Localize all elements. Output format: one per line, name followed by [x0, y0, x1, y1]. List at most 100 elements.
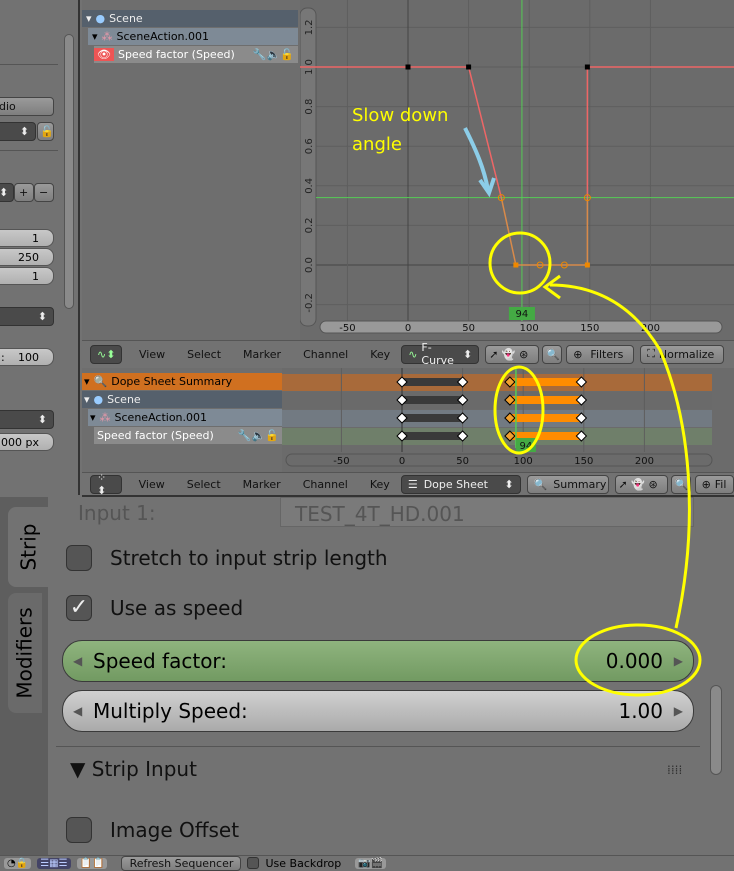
- refresh-sequencer-button[interactable]: Refresh Sequencer: [121, 855, 242, 871]
- use-as-speed-checkbox[interactable]: ✓ Use as speed: [66, 595, 243, 621]
- copy-paste-icons[interactable]: 📋📋: [76, 857, 108, 869]
- scrollbar[interactable]: [710, 685, 722, 775]
- channel-speed-factor[interactable]: Speed factor (Speed) 🔧🔈🔓: [94, 427, 282, 444]
- input-field[interactable]: TEST_4T_HD.001: [280, 497, 694, 527]
- x-tick-label: 0: [399, 456, 405, 467]
- input-label: Input 1:: [78, 501, 156, 525]
- menu-channel[interactable]: Channel: [292, 478, 359, 491]
- scene-icon: ●: [95, 12, 106, 25]
- filters-button[interactable]: ⊕ Filters: [566, 344, 635, 364]
- hold-bar-selected: [509, 414, 582, 422]
- channel-row: [282, 392, 712, 409]
- menu-select[interactable]: Select: [176, 348, 232, 361]
- dope-sheet-header: ⁘⬍ View Select Marker Channel Key ☰ Dope …: [82, 471, 734, 497]
- mode-dropdown[interactable]: ∿ F-Curve ⬍: [401, 341, 480, 367]
- x-tick-label: 200: [641, 323, 660, 334]
- visibility-icon[interactable]: 👁: [94, 48, 114, 61]
- tab-modifiers[interactable]: Modifiers: [8, 593, 42, 713]
- scrollbar[interactable]: [64, 34, 74, 309]
- menu-select[interactable]: Select: [176, 478, 232, 491]
- x-tick-label: 200: [635, 456, 654, 467]
- use-backdrop-checkbox[interactable]: [247, 857, 260, 869]
- stretch-checkbox[interactable]: Stretch to input strip length: [66, 545, 388, 571]
- search-icon[interactable]: 🔍: [542, 344, 563, 364]
- keyframe-point: [405, 64, 411, 70]
- hold-bar: [402, 396, 463, 404]
- modifier-icon[interactable]: 🔧🔈🔓: [238, 429, 282, 442]
- channel-row: [282, 428, 712, 445]
- y-tick-label: 0.6: [304, 138, 315, 154]
- x-tick-label: -50: [333, 456, 349, 467]
- add-button[interactable]: +: [14, 183, 34, 202]
- summary-icon: 🔍: [93, 375, 108, 388]
- menu-view[interactable]: View: [128, 478, 176, 491]
- menu-channel[interactable]: Channel: [292, 348, 359, 361]
- channel-action[interactable]: ▾ ⁂ SceneAction.001: [88, 28, 298, 45]
- mode-dropdown[interactable]: ☰ Dope Sheet ⬍: [400, 474, 521, 494]
- x-tick-label: -50: [339, 323, 355, 334]
- y-tick-label: 0.0: [304, 257, 315, 273]
- x-tick-label: 150: [574, 456, 593, 467]
- scene-icon: ●: [93, 393, 104, 406]
- menu-marker[interactable]: Marker: [232, 348, 292, 361]
- y-tick-label: -0.2: [304, 293, 315, 313]
- current-frame-label: 94: [516, 309, 529, 320]
- filters-button[interactable]: ⊕ Fil: [694, 474, 734, 494]
- strip-input-section[interactable]: ▼ Strip Input: [70, 757, 197, 781]
- dope-channels: ▾ 🔍 Dope Sheet Summary ▾ ● Scene ▾ ⁂ SceneActi…: [82, 368, 282, 472]
- multiply-speed-field[interactable]: ◀ Multiply Speed: 1.00 ▶: [62, 690, 694, 732]
- hold-bar-selected: [509, 396, 582, 404]
- dope-sheet-area[interactable]: -50 0 50 100 150 200 94: [282, 368, 734, 472]
- render-icons[interactable]: 📷🎬: [355, 857, 387, 869]
- menu-key[interactable]: Key: [359, 478, 401, 491]
- channel-action[interactable]: ▾ ⁂ SceneAction.001: [88, 409, 282, 426]
- editor-type-button[interactable]: ∿⬍: [90, 344, 122, 364]
- summary-toggle[interactable]: 🔍 Summary: [526, 474, 609, 494]
- modifier-icon[interactable]: 🔧🔈🔓: [253, 48, 298, 61]
- x-tick-label: 0: [405, 323, 411, 334]
- dropdown[interactable]: ⬍: [0, 410, 54, 429]
- graph-area[interactable]: 1.21.00.80.60.40.20.0-0.2 -50 0 50 100 150 20…: [300, 0, 734, 340]
- hold-bar-selected: [509, 378, 582, 386]
- display-mode-icons[interactable]: ☰▦☰: [37, 857, 71, 869]
- keyframe-point: [466, 64, 472, 70]
- drag-handle-icon[interactable]: ⁞⁞⁞⁞: [667, 763, 682, 777]
- menu-key[interactable]: Key: [359, 348, 401, 361]
- only-selected-toggle[interactable]: ➚ 👻 ⊛: [485, 344, 540, 364]
- dropdown[interactable]: ⬍: [0, 183, 14, 202]
- channel-row: [282, 374, 712, 391]
- image-offset-checkbox[interactable]: Image Offset: [66, 817, 239, 843]
- y-tick-label: 1.2: [304, 19, 315, 35]
- menu-marker[interactable]: Marker: [232, 478, 292, 491]
- channel-scene[interactable]: ▾ ● Scene: [82, 391, 282, 408]
- normalize-toggle[interactable]: ⛶ Normalize: [640, 344, 725, 364]
- y-tick-label: 0.2: [304, 217, 315, 233]
- channel-speed-factor[interactable]: 👁 Speed factor (Speed) 🔧🔈🔓: [94, 46, 298, 63]
- lock-icon[interactable]: 🔓: [37, 122, 54, 141]
- checkbox-icon: [66, 545, 92, 571]
- dropdown[interactable]: ⬍: [0, 122, 36, 141]
- only-selected-toggle[interactable]: ➚ 👻 ⊛: [614, 474, 668, 494]
- expand-icon[interactable]: ▾: [92, 30, 98, 43]
- percent-field[interactable]: :100: [0, 348, 54, 366]
- search-icon[interactable]: 🔍: [670, 474, 691, 494]
- step-field[interactable]: 1: [0, 267, 54, 285]
- menu-view[interactable]: View: [128, 348, 176, 361]
- y-scrollbar: [300, 7, 317, 327]
- channel-row: [282, 410, 712, 427]
- x-tick-label: 50: [462, 323, 475, 334]
- view-icons[interactable]: ◔🔒: [4, 857, 32, 869]
- px-field[interactable]: .000 px: [0, 433, 54, 451]
- left-properties-panel: dio ⬍ 🔓 ⬍ + − 1 250 1 ⬍ :100 ⬍ .000 px: [0, 0, 80, 495]
- channel-summary[interactable]: ▾ 🔍 Dope Sheet Summary: [82, 373, 282, 390]
- dropdown[interactable]: ⬍: [0, 307, 54, 326]
- speed-factor-field[interactable]: ◀ Speed factor: 0.000 ▶: [62, 640, 694, 682]
- tab-strip[interactable]: Strip: [8, 507, 48, 587]
- audio-button[interactable]: dio: [0, 97, 54, 116]
- editor-type-button[interactable]: ⁘⬍: [90, 471, 122, 497]
- channel-scene[interactable]: ▾ ● Scene: [82, 10, 298, 27]
- expand-icon[interactable]: ▾: [86, 12, 92, 25]
- start-field[interactable]: 1: [0, 229, 54, 247]
- remove-button[interactable]: −: [34, 183, 54, 202]
- end-field[interactable]: 250: [0, 248, 54, 266]
